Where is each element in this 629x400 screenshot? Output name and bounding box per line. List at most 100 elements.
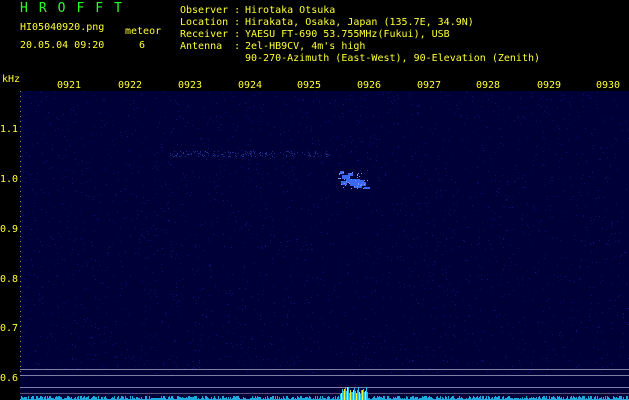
noise-speckle [376,139,377,140]
noise-speckle [256,186,257,187]
noise-speckle [379,139,380,140]
noise-speckle [617,322,618,323]
noise-speckle [563,191,564,192]
power-trace [194,396,195,400]
noise-speckle [619,242,620,243]
noise-speckle [102,283,103,284]
noise-speckle [412,271,413,272]
noise-speckle [266,208,267,209]
noise-speckle [581,178,582,179]
noise-speckle [98,139,99,140]
noise-speckle [438,245,439,246]
noise-speckle [294,179,295,180]
noise-speckle [512,207,513,208]
noise-speckle [48,346,49,347]
noise-speckle [165,184,166,185]
noise-speckle [300,110,301,111]
noise-speckle [479,117,480,118]
noise-speckle [425,203,426,204]
power-trace [93,396,94,400]
noise-speckle [536,121,537,122]
noise-speckle [546,358,547,359]
noise-speckle [354,250,355,251]
faint-trace [228,151,229,152]
noise-speckle [495,213,496,214]
noise-speckle [627,242,628,243]
noise-speckle [174,167,175,168]
power-spike [355,391,356,400]
noise-speckle [388,277,389,278]
noise-speckle [81,304,82,305]
noise-speckle [251,338,252,339]
noise-speckle [418,303,419,304]
noise-speckle [436,168,437,169]
y-axis-tick [20,206,21,207]
noise-speckle [246,222,247,223]
noise-speckle [472,333,473,334]
noise-speckle [246,110,247,111]
noise-speckle [356,107,357,108]
noise-speckle [55,339,56,340]
noise-speckle [614,257,615,258]
faint-trace [286,156,287,157]
noise-speckle [32,265,33,266]
noise-speckle [587,266,588,267]
noise-speckle [150,240,151,241]
noise-speckle [130,276,131,277]
noise-speckle [446,163,447,164]
noise-speckle [228,316,229,317]
noise-speckle [65,302,66,303]
noise-speckle [28,287,29,288]
noise-speckle [142,126,143,127]
noise-speckle [176,103,177,104]
noise-speckle [348,236,349,237]
noise-speckle [413,333,414,334]
noise-speckle [195,322,196,323]
noise-speckle [216,222,217,223]
noise-speckle [398,124,399,125]
noise-speckle [75,142,76,143]
noise-speckle [118,258,119,259]
noise-speckle [289,207,290,208]
noise-speckle [198,257,199,258]
faint-trace [321,155,322,156]
noise-speckle [40,241,41,242]
noise-speckle [625,252,626,253]
noise-speckle [60,364,61,365]
noise-speckle [414,230,415,231]
noise-speckle [346,262,347,263]
noise-speckle [510,265,511,266]
noise-speckle [599,240,600,241]
noise-speckle [505,356,506,357]
noise-speckle [392,153,393,154]
noise-speckle [372,277,373,278]
noise-speckle [259,275,260,276]
noise-speckle [216,121,217,122]
meteor-echo [364,187,370,189]
noise-speckle [437,190,438,191]
faint-trace [177,154,178,155]
noise-speckle [602,280,603,281]
noise-speckle [334,290,335,291]
noise-speckle [287,317,288,318]
faint-trace [308,155,309,156]
noise-speckle [284,353,285,354]
noise-speckle [464,124,465,125]
noise-speckle [491,158,492,159]
noise-speckle [51,313,52,314]
y-axis-tick [20,346,21,347]
noise-speckle [357,218,358,219]
noise-speckle [278,366,279,367]
noise-speckle [556,237,557,238]
x-tick-label: 0929 [537,80,562,91]
noise-speckle [532,299,533,300]
noise-speckle [329,155,330,156]
noise-speckle [432,274,433,275]
noise-speckle [93,196,94,197]
noise-speckle [591,244,592,245]
noise-speckle [371,309,372,310]
noise-speckle [425,143,426,144]
meteor-echo-detail [350,173,351,174]
noise-speckle [368,359,369,360]
noise-speckle [563,300,564,301]
